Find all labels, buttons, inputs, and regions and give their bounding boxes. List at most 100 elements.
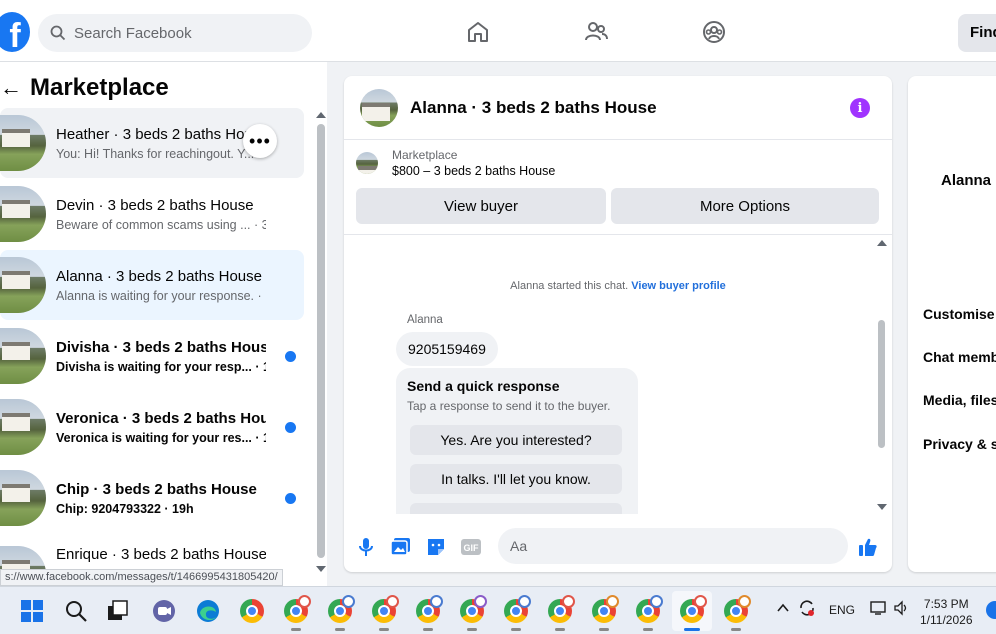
status-bar-url: s://www.facebook.com/messages/t/14669954…	[0, 569, 283, 586]
scroll-up-arrow-icon[interactable]	[316, 112, 326, 118]
windows-start-icon[interactable]	[18, 597, 46, 625]
conversation-avatar	[0, 257, 46, 313]
photo-icon[interactable]	[391, 537, 411, 557]
quick-response-subtitle: Tap a response to send it to the buyer.	[407, 399, 611, 413]
more-options-button[interactable]: More Options	[611, 188, 879, 224]
groups-icon[interactable]	[700, 18, 728, 46]
search-box[interactable]: Search Facebook	[38, 14, 312, 52]
info-icon[interactable]: i	[850, 98, 870, 118]
conversation-item[interactable]: Divisha · 3 beds 2 baths House Divisha is…	[0, 321, 304, 391]
chrome-profile-icon[interactable]	[326, 595, 355, 631]
conversation-title: Veronica · 3 beds 2 baths House	[56, 409, 266, 427]
unread-dot	[285, 350, 296, 362]
chat-avatar[interactable]	[360, 88, 398, 127]
task-view-icon[interactable]	[104, 597, 132, 625]
chrome-profile-icon[interactable]	[414, 595, 443, 631]
chat-members-item[interactable]: Chat memb	[923, 349, 996, 365]
sticker-icon[interactable]	[426, 537, 446, 557]
conversation-title: Enrique · 3 beds 2 baths House	[56, 546, 266, 563]
conversation-item[interactable]: Veronica · 3 beds 2 baths House Veronica …	[0, 392, 304, 462]
message-input[interactable]	[498, 528, 848, 564]
facebook-logo[interactable]: f	[0, 12, 30, 52]
unread-dot	[285, 492, 296, 504]
notification-badge[interactable]	[986, 601, 996, 619]
conversation-avatar	[0, 470, 46, 526]
chrome-profile-icon-active[interactable]	[678, 595, 707, 631]
chrome-profile-icon[interactable]	[282, 595, 311, 631]
conversation-title: Chip · 3 beds 2 baths House	[56, 480, 257, 498]
home-icon[interactable]	[464, 18, 492, 46]
conversation-preview: Beware of common scams using ... · 36m	[56, 217, 266, 232]
taskbar-search-icon[interactable]	[62, 597, 90, 625]
friends-icon[interactable]	[582, 18, 610, 46]
svg-text:GIF: GIF	[464, 543, 480, 553]
view-buyer-button[interactable]: View buyer	[356, 188, 606, 224]
windows-taskbar: ENG 7:53 PM 1/11/2026	[0, 586, 996, 634]
conversation-preview: Veronica is waiting for your res... · 11…	[56, 430, 266, 445]
conversation-title: Heather · 3 beds 2 baths House	[56, 125, 266, 143]
contact-name: Alanna	[941, 172, 992, 189]
conversation-avatar	[0, 115, 46, 171]
listing-card[interactable]: Marketplace $800 – 3 beds 2 baths House	[356, 148, 555, 178]
listing-thumbnail	[356, 152, 378, 174]
quick-reply-button[interactable]: In talks. I'll let you know.	[410, 464, 622, 494]
more-options-icon[interactable]: •••	[243, 124, 277, 158]
network-icon[interactable]	[870, 600, 888, 619]
marketplace-header: ← Marketplace	[0, 74, 169, 102]
gif-icon[interactable]: GIF	[461, 537, 481, 557]
message-bubble: 9205159469	[396, 332, 498, 366]
chrome-profile-icon[interactable]	[722, 595, 751, 631]
listing-price: $800 – 3 beds 2 baths House	[392, 164, 556, 178]
search-placeholder: Search Facebook	[74, 24, 192, 42]
edge-browser-icon[interactable]	[194, 597, 222, 625]
volume-icon[interactable]	[893, 600, 909, 619]
back-arrow-icon[interactable]: ←	[0, 75, 26, 101]
chat-title[interactable]: Alanna · 3 beds 2 baths House	[410, 98, 657, 118]
media-files-item[interactable]: Media, files	[923, 392, 996, 408]
conversation-item[interactable]: Chip · 3 beds 2 baths House Chip: 9204793…	[0, 463, 304, 533]
conversation-item-active[interactable]: Alanna · 3 beds 2 baths House Alanna is w…	[0, 250, 304, 320]
microphone-icon[interactable]	[356, 537, 376, 557]
view-buyer-profile-link[interactable]: View buyer profile	[631, 280, 726, 292]
divider	[344, 234, 892, 235]
conversation-item[interactable]: Heather · 3 beds 2 baths House You: Hi! T…	[0, 108, 304, 178]
conversation-avatar	[0, 399, 46, 455]
quick-response-card: Send a quick response Tap a response to …	[396, 368, 638, 514]
chrome-profile-icon[interactable]	[370, 595, 399, 631]
chrome-profile-icon[interactable]	[502, 595, 531, 631]
chrome-profile-icon[interactable]	[634, 595, 663, 631]
chrome-icon[interactable]	[238, 597, 266, 625]
conversation-list-scrollbar[interactable]	[316, 62, 326, 572]
like-thumb-icon[interactable]	[858, 537, 878, 557]
customise-chat-item[interactable]: Customise	[923, 306, 995, 322]
quick-reply-button[interactable]: Yes. Are you interested?	[410, 425, 622, 455]
system-clock[interactable]: 7:53 PM 1/11/2026	[920, 596, 973, 628]
conversation-item[interactable]: Devin · 3 beds 2 baths House Beware of co…	[0, 179, 304, 249]
conversation-title: Alanna · 3 beds 2 baths House	[56, 267, 262, 285]
chrome-profile-icon[interactable]	[590, 595, 619, 631]
chat-started-notice: Alanna started this chat. View buyer pro…	[344, 280, 892, 292]
scrollbar-thumb[interactable]	[878, 320, 885, 448]
message-sender: Alanna	[407, 314, 443, 326]
top-bar: f Search Facebook Find	[0, 0, 996, 62]
conversation-preview: You: Hi! Thanks for reachingout. Y... · …	[56, 146, 266, 161]
scroll-down-arrow-icon[interactable]	[877, 504, 887, 510]
chat-panel: Alanna · 3 beds 2 baths House i Marketpl…	[344, 76, 892, 572]
chrome-profile-icon[interactable]	[546, 595, 575, 631]
sync-icon[interactable]	[798, 599, 816, 620]
clock-date: 1/11/2026	[920, 613, 973, 627]
teams-chat-icon[interactable]	[150, 597, 178, 625]
chat-header: Alanna · 3 beds 2 baths House i	[344, 76, 892, 140]
scrollbar-thumb[interactable]	[317, 124, 325, 558]
scroll-down-arrow-icon[interactable]	[316, 566, 326, 572]
chrome-profile-icon[interactable]	[458, 595, 487, 631]
scroll-up-arrow-icon[interactable]	[877, 240, 887, 246]
privacy-support-item[interactable]: Privacy & s	[923, 436, 996, 452]
find-friends-button[interactable]: Find	[958, 14, 996, 52]
quick-reply-button[interactable]	[410, 503, 622, 514]
language-indicator[interactable]: ENG	[829, 603, 855, 617]
chat-scrollbar[interactable]	[876, 236, 888, 512]
conversation-avatar	[0, 328, 46, 384]
chevron-up-icon[interactable]	[776, 601, 790, 618]
quick-response-title: Send a quick response	[407, 378, 560, 394]
